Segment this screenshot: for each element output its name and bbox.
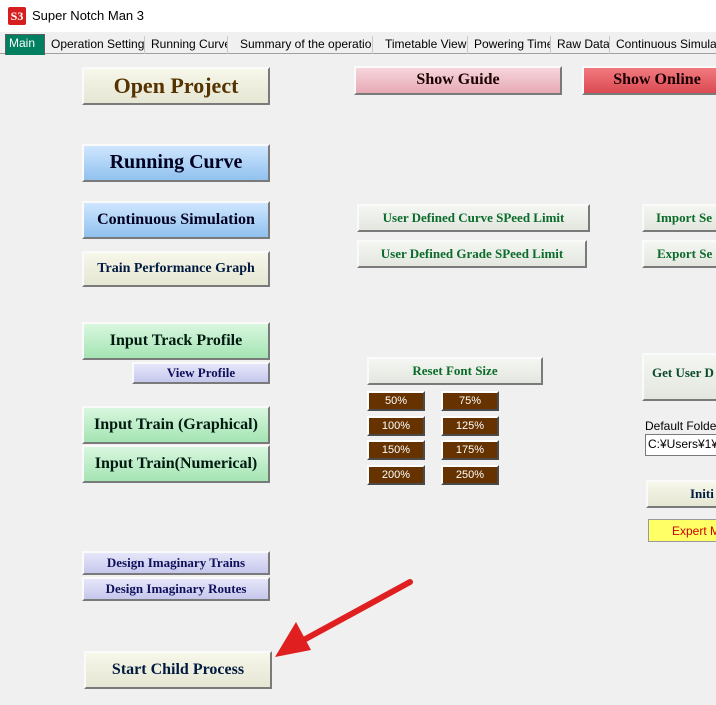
annotation-arrow-icon xyxy=(275,579,413,657)
